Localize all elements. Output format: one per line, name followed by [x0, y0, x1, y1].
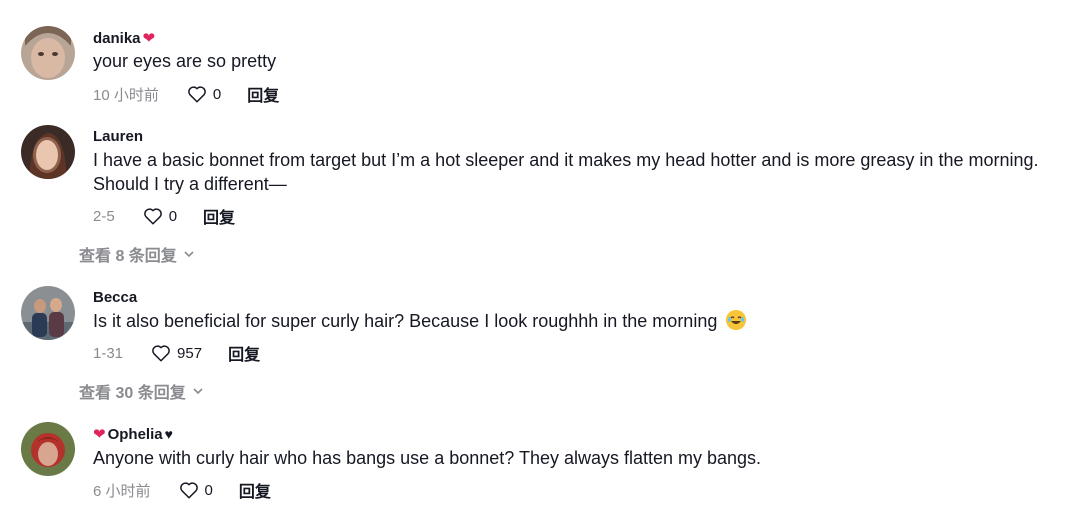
- like-button[interactable]: 0: [179, 481, 213, 499]
- author-name: Ophelia: [107, 425, 163, 443]
- black-heart-icon: ♥: [164, 426, 173, 442]
- laughing-emoji-icon: [726, 310, 747, 330]
- comment-meta: 1-31 957 回复: [93, 341, 260, 365]
- reply-button[interactable]: 回复: [203, 204, 235, 228]
- reply-button[interactable]: 回复: [239, 478, 271, 502]
- author-name: danika: [93, 29, 141, 47]
- view-replies-button[interactable]: 查看 30 条回复: [79, 379, 204, 403]
- comment-time: 1-31: [93, 344, 124, 362]
- heart-outline-icon: [179, 482, 198, 499]
- reply-button[interactable]: 回复: [228, 341, 260, 365]
- like-count: 957: [177, 344, 203, 362]
- heart-outline-icon: [152, 345, 170, 362]
- heart-outline-icon: [143, 208, 162, 225]
- comment-text: your eyes are so pretty: [93, 51, 277, 71]
- view-replies-label: 查看 30 条回复: [79, 385, 186, 402]
- view-replies-label: 查看 8 条回复: [79, 248, 177, 265]
- comment-text: I have a basic bonnet from target but I’…: [93, 150, 1039, 194]
- comment-time: 6 小时前: [93, 482, 151, 500]
- like-button[interactable]: 0: [143, 207, 177, 225]
- like-button[interactable]: 0: [187, 85, 221, 103]
- like-count: 0: [204, 481, 213, 499]
- author-name: Becca: [93, 289, 138, 306]
- comment-time: 2-5: [93, 207, 115, 225]
- heart-emoji-icon: ❤: [93, 426, 106, 443]
- author-name: Lauren: [93, 128, 144, 145]
- view-replies-button[interactable]: 查看 8 条回复: [79, 242, 195, 266]
- comment-text: Is it also beneficial for super curly ha…: [93, 309, 1078, 333]
- avatar[interactable]: [21, 422, 75, 476]
- comment-text-body: Is it also beneficial for super curly ha…: [93, 311, 718, 331]
- comment-text: Anyone with curly hair who has bangs use…: [93, 448, 762, 468]
- heart-outline-icon: [188, 86, 206, 103]
- comment-meta: 2-5 0 回复: [93, 204, 235, 228]
- like-button[interactable]: 957: [151, 344, 202, 362]
- comment-author[interactable]: Lauren: [93, 128, 143, 145]
- chevron-down-icon: [184, 251, 194, 258]
- chevron-down-icon: [193, 388, 203, 395]
- heart-emoji-icon: ❤: [142, 30, 156, 47]
- comment-author[interactable]: Becca: [93, 289, 137, 306]
- like-count: 0: [212, 85, 222, 103]
- avatar[interactable]: [21, 286, 75, 340]
- avatar[interactable]: [21, 26, 75, 80]
- reply-button[interactable]: 回复: [247, 82, 279, 106]
- comment-author[interactable]: danika ❤: [93, 29, 156, 48]
- comment-time: 10 小时前: [93, 86, 159, 104]
- comment-author[interactable]: ❤ Ophelia ♥: [93, 425, 173, 444]
- comment-meta: 10 小时前 0 回复: [93, 82, 279, 106]
- avatar[interactable]: [21, 125, 75, 179]
- comment-meta: 6 小时前 0 回复: [93, 478, 271, 502]
- like-count: 0: [168, 207, 178, 225]
